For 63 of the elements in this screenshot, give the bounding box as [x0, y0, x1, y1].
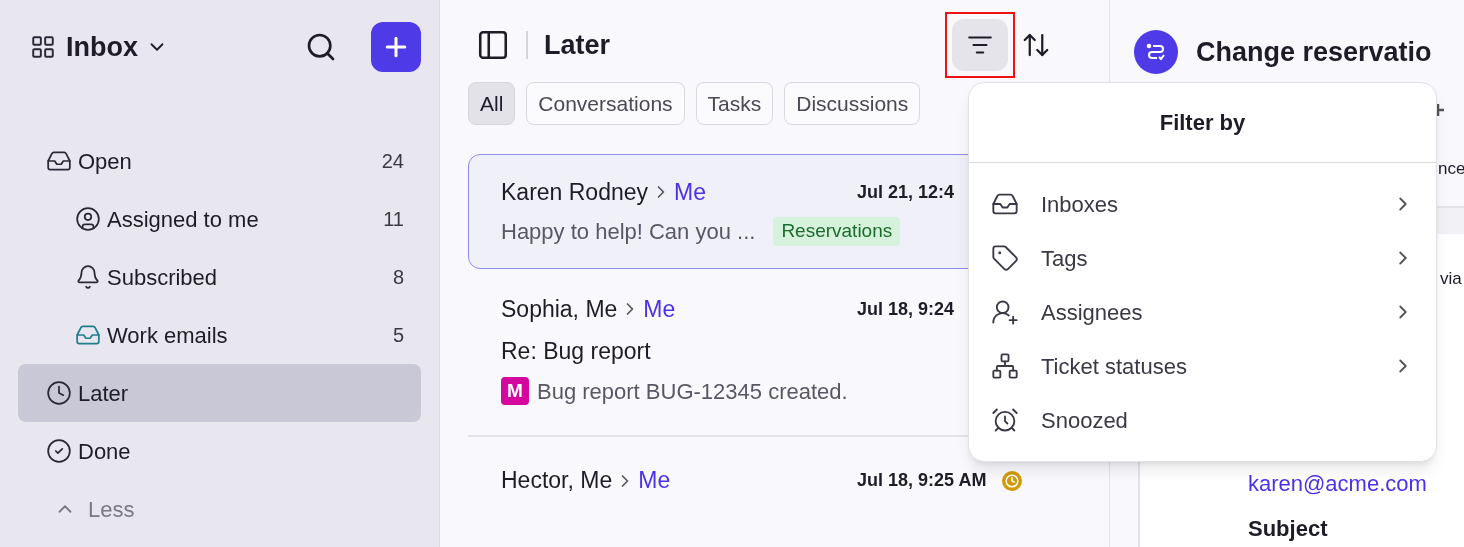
- inbox-icon: [75, 322, 101, 348]
- item-label: Open: [78, 147, 133, 176]
- panel-title: Later: [544, 28, 611, 62]
- new-button[interactable]: [371, 22, 421, 72]
- sender: Karen Rodney: [501, 177, 649, 207]
- sidebar-item[interactable]: Work emails 5: [18, 306, 421, 364]
- detail-text: nce: [1438, 158, 1464, 180]
- user-arrow-icon: [991, 298, 1019, 326]
- menu-item[interactable]: Ticket statuses: [969, 339, 1436, 393]
- sidebar-item[interactable]: Done: [18, 422, 421, 480]
- inbox-dropdown[interactable]: Inbox: [66, 26, 168, 68]
- sidebar-item[interactable]: Later: [18, 364, 421, 422]
- sender: Sophia, Me: [501, 294, 618, 324]
- message-date: Jul 18, 9:24: [857, 297, 955, 321]
- item-count: 24: [381, 149, 404, 174]
- recipient: Me: [643, 294, 676, 324]
- sidebar-toggle-icon[interactable]: [476, 28, 510, 62]
- user-icon: [75, 206, 101, 232]
- sidebar-item[interactable]: Open 24: [18, 132, 421, 190]
- alarm-clock-icon: [991, 406, 1019, 434]
- filter-chip[interactable]: Tasks: [695, 82, 774, 125]
- recipient: Me: [674, 177, 706, 207]
- message-preview: Bug report BUG-12345 created.: [537, 377, 848, 406]
- menu-item-label: Snoozed: [1041, 406, 1129, 435]
- item-label: Done: [78, 437, 132, 466]
- recipient: Me: [638, 466, 671, 496]
- menu-item[interactable]: Assignees: [969, 285, 1436, 339]
- filter-button[interactable]: [952, 19, 1008, 71]
- filter-chip[interactable]: All: [468, 82, 516, 125]
- clock-icon: [46, 380, 72, 406]
- tag: Reservations: [773, 217, 901, 246]
- subject-label: Subject: [1248, 515, 1328, 543]
- grid-icon: [30, 34, 56, 60]
- message-subject: Re: Bug report: [501, 337, 651, 366]
- network-icon: [991, 352, 1019, 380]
- avatar: M: [501, 377, 529, 405]
- message-preview: Happy to help! Can you ...: [501, 218, 756, 246]
- filter-chip[interactable]: Discussions: [784, 82, 921, 125]
- detail-title: Change reservatio: [1196, 35, 1432, 69]
- sender: Hector, Me: [501, 466, 613, 496]
- item-label: Assigned to me: [107, 205, 260, 234]
- item-count: 11: [383, 207, 404, 232]
- item-label: Later: [78, 379, 130, 408]
- item-count: 5: [392, 323, 404, 348]
- less-toggle[interactable]: Less: [18, 480, 421, 538]
- filter-chip[interactable]: Conversations: [526, 82, 685, 125]
- sidebar-item[interactable]: Subscribed 8: [18, 248, 421, 306]
- menu-item-label: Ticket statuses: [1041, 352, 1188, 381]
- detail-text: via: [1440, 267, 1463, 290]
- item-count: 8: [392, 265, 404, 290]
- item-label: Subscribed: [107, 263, 219, 292]
- bell-icon: [75, 264, 101, 290]
- menu-title: Filter by: [1159, 109, 1246, 137]
- message-date: Jul 21, 12:4: [857, 180, 955, 204]
- message-date: Jul 18, 9:25 AM: [857, 469, 987, 492]
- item-label: Work emails: [107, 321, 229, 350]
- workflow-icon: [1134, 30, 1178, 74]
- menu-item-label: Assignees: [1041, 298, 1144, 327]
- sidebar-item[interactable]: Assigned to me 11: [18, 190, 421, 248]
- tag-icon: [991, 244, 1019, 272]
- check-circle-icon: [46, 438, 72, 464]
- email-link[interactable]: karen@acme.com: [1248, 467, 1427, 500]
- inbox-icon: [46, 148, 72, 174]
